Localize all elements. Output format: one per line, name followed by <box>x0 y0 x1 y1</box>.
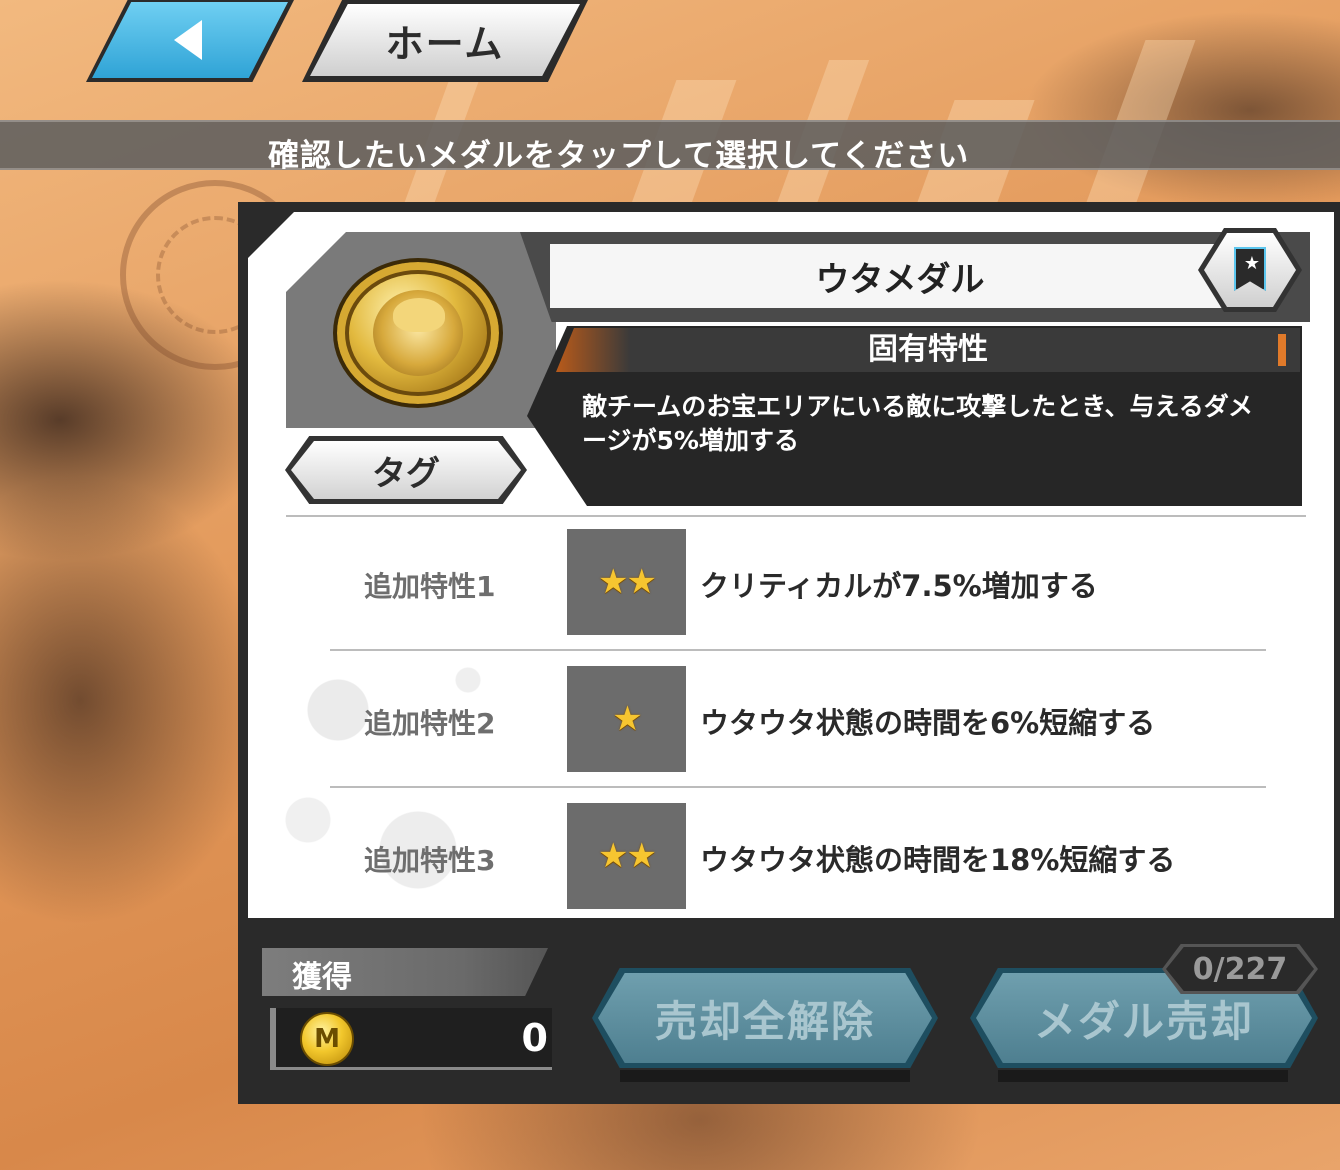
instruction-banner: 確認したいメダルをタップして選択してください <box>0 120 1340 174</box>
back-arrow-icon <box>174 20 202 60</box>
extra-trait-text: ウタウタ状態の時間を6%短縮する <box>700 706 1156 740</box>
bookmark-star-icon: ★ <box>1234 247 1266 291</box>
row-divider <box>330 649 1266 651</box>
unique-trait-title: 固有特性 <box>868 332 988 367</box>
medal-coin-icon: M <box>300 1012 354 1066</box>
button-shadow <box>620 1070 910 1082</box>
sell-count-badge: 0/227 <box>1166 947 1314 991</box>
extra-trait-text: ウタウタ状態の時間を18%短縮する <box>700 843 1176 877</box>
medal-icon[interactable] <box>333 258 503 408</box>
medal-portrait <box>373 290 463 376</box>
extra-trait-rarity-stars: ★ <box>567 666 686 772</box>
acquire-value: 0 <box>521 1016 548 1060</box>
extra-trait-label: 追加特性1 <box>364 570 496 603</box>
tag-button[interactable]: タグ <box>291 441 521 499</box>
medal-name: ウタメダル <box>550 244 1250 308</box>
deselect-all-button[interactable]: 売却全解除 <box>598 973 932 1063</box>
extra-trait-rarity-stars: ★★ <box>567 529 686 635</box>
row-divider <box>330 786 1266 788</box>
instruction-text: 確認したいメダルをタップして選択してください <box>268 138 970 174</box>
extra-trait-label: 追加特性2 <box>364 707 496 740</box>
unique-trait-description: 敵チームのお宝エリアにいる敵に攻撃したとき、与えるダメージが5%増加する <box>582 392 1254 455</box>
button-shadow <box>998 1070 1288 1082</box>
extra-trait-rarity-stars: ★★ <box>567 803 686 909</box>
home-button[interactable]: ホーム <box>310 4 580 76</box>
extra-trait-text: クリティカルが7.5%増加する <box>700 569 1098 603</box>
acquire-label: 獲得 <box>292 960 352 995</box>
extra-trait-label: 追加特性3 <box>364 844 496 877</box>
section-divider <box>286 515 1306 517</box>
